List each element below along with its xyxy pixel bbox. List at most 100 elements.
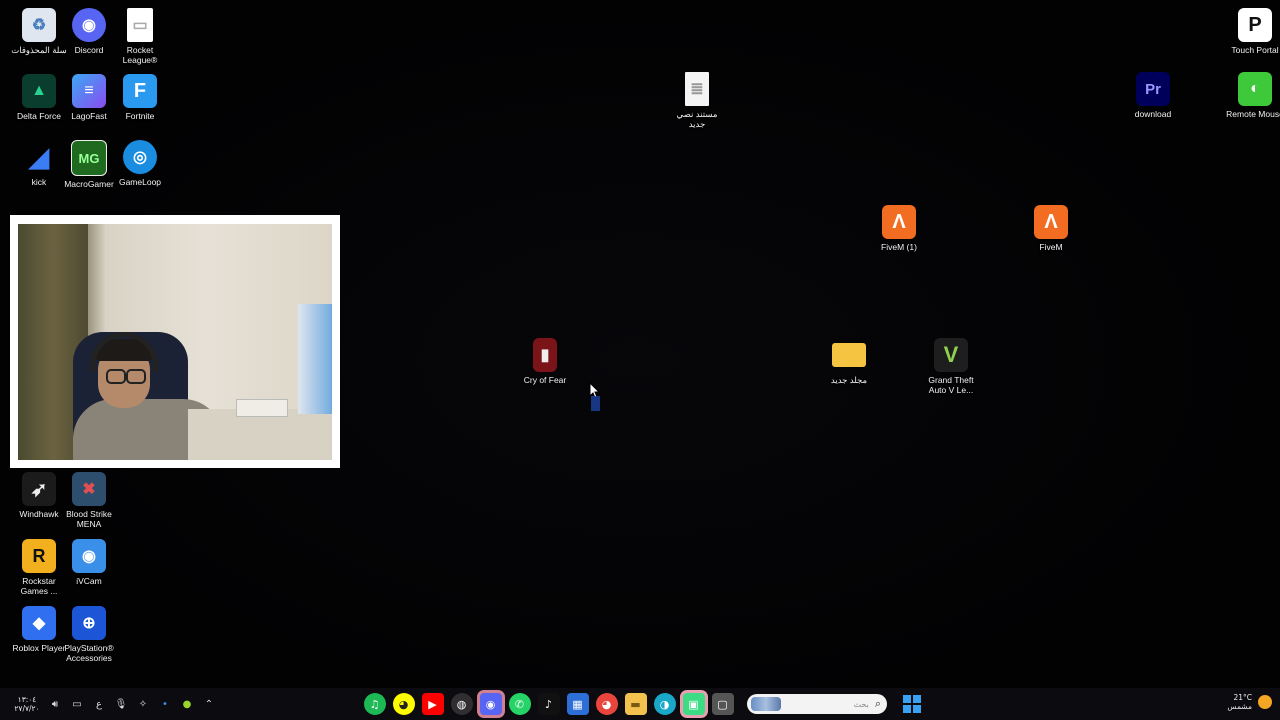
- remote-mouse-label: Remote Mouse: [1226, 109, 1280, 119]
- new-folder-icon[interactable]: ▬ مجلد جديد: [820, 338, 878, 385]
- ps-accessories-icon[interactable]: ⊕ PlayStation® Accessories: [60, 606, 118, 663]
- network-icon[interactable]: ▭: [70, 697, 84, 711]
- windhawk-label: Windhawk: [19, 509, 59, 519]
- touch-portal-label: Touch Portal: [1231, 45, 1279, 55]
- language-indicator[interactable]: ع: [92, 697, 106, 711]
- ivcam-label: iVCam: [76, 576, 102, 586]
- search-icon: ⌕: [874, 697, 881, 710]
- lagofast-glyph-icon: ≡: [72, 74, 106, 108]
- obs-icon[interactable]: ◍: [450, 693, 473, 715]
- folder-glyph-icon: ▬: [832, 343, 866, 367]
- windhawk-glyph-icon: ➶: [22, 472, 56, 506]
- youtube-icon[interactable]: ▶: [421, 693, 444, 715]
- fivem-1-label: FiveM (1): [881, 242, 917, 252]
- gta-v-label: Grand Theft Auto V Le...: [928, 375, 974, 395]
- tray-app-icon[interactable]: ●: [180, 697, 194, 711]
- macrogamer-icon[interactable]: MG MacroGamer: [60, 140, 118, 189]
- snapchat-icon[interactable]: ◕: [392, 693, 415, 715]
- lagofast-label: LagoFast: [71, 111, 107, 121]
- weather-widget[interactable]: 21°C مشمس: [1227, 693, 1272, 711]
- whatsapp-icon[interactable]: ✆: [508, 693, 531, 715]
- mouse-cursor-icon: [589, 382, 601, 411]
- gameloop-label: GameLoop: [118, 177, 162, 187]
- recycle-bin-label: سلة المحذوفات: [11, 45, 67, 55]
- discord-taskbar-icon[interactable]: ◉: [479, 693, 502, 715]
- rockstar-glyph-icon: R: [22, 539, 56, 573]
- fivem-glyph-icon: Λ: [1034, 205, 1068, 239]
- delta-force-glyph-icon: ▲: [22, 74, 56, 108]
- cry-of-fear-icon[interactable]: ▮ Cry of Fear: [516, 338, 574, 385]
- tiktok-icon[interactable]: ♪: [537, 693, 560, 715]
- rocket-league-icon[interactable]: ▭ Rocket League®: [111, 8, 169, 65]
- touch-portal-icon[interactable]: P Touch Portal: [1226, 8, 1280, 55]
- weather-desc: مشمس: [1227, 702, 1252, 711]
- fivem-1-glyph-icon: Λ: [882, 205, 916, 239]
- premiere-download-label: download: [1134, 109, 1172, 119]
- rocket-league-label: Rocket League®: [122, 45, 158, 65]
- cry-of-fear-label: Cry of Fear: [523, 375, 567, 385]
- kick-label: kick: [31, 177, 47, 187]
- blood-strike-glyph-icon: ✖: [72, 472, 106, 506]
- fivem-icon[interactable]: Λ FiveM: [1022, 205, 1080, 252]
- clock[interactable]: ١٣:٠٤ ٢٧/٧/٢٠: [10, 695, 44, 713]
- app-tray-icon[interactable]: ✧: [136, 697, 150, 711]
- store-icon[interactable]: ▦: [566, 693, 589, 715]
- macrogamer-label: MacroGamer: [64, 179, 114, 189]
- discord-label: Discord: [74, 45, 104, 55]
- glasses-left: [106, 369, 126, 384]
- taskbar-apps: ♫ ◕ ▶ ◍ ◉ ✆ ♪ ▦ ◕ ▬ ◑ ▣ ▢ بحث ⌕: [360, 693, 927, 715]
- clock-date: ٢٧/٧/٢٠: [14, 704, 40, 713]
- new-folder-label: مجلد جديد: [830, 375, 868, 385]
- search-highlight-image: [751, 697, 781, 711]
- text-document-glyph-icon: ≣: [685, 72, 709, 106]
- sun-icon: [1258, 695, 1272, 709]
- ivcam-icon[interactable]: ◉ iVCam: [60, 539, 118, 586]
- webcam-overlay: [10, 215, 340, 468]
- fivem-1-icon[interactable]: Λ FiveM (1): [870, 205, 928, 252]
- file-explorer-icon[interactable]: ▬: [624, 693, 647, 715]
- blood-strike-label: Blood Strike MENA: [66, 509, 112, 529]
- clock-time: ١٣:٠٤: [17, 695, 37, 704]
- edge-icon[interactable]: ◑: [653, 693, 676, 715]
- fivem-label: FiveM: [1039, 242, 1063, 252]
- touch-portal-glyph-icon: P: [1238, 8, 1272, 42]
- blood-strike-icon[interactable]: ✖ Blood Strike MENA: [60, 472, 118, 529]
- cry-of-fear-glyph-icon: ▮: [533, 338, 557, 372]
- premiere-download-icon[interactable]: Pr download: [1124, 72, 1182, 119]
- ivcam-glyph-icon: ◉: [72, 539, 106, 573]
- weather-temp: 21°C: [1233, 693, 1252, 702]
- roblox-label: Roblox Player: [12, 643, 66, 653]
- discord-desktop-icon[interactable]: ◉ Discord: [60, 8, 118, 55]
- fortnite-icon[interactable]: F Fortnite: [111, 74, 169, 121]
- microphone-icon[interactable]: 🎙︎: [114, 697, 128, 711]
- delta-force-label: Delta Force: [17, 111, 61, 121]
- new-text-document-icon[interactable]: ≣ مستند نصي جديد: [668, 72, 726, 129]
- discord-glyph-icon: ◉: [72, 8, 106, 42]
- roblox-glyph-icon: ◆: [22, 606, 56, 640]
- ps-accessories-glyph-icon: ⊕: [72, 606, 106, 640]
- search-placeholder: بحث: [853, 699, 869, 709]
- volume-icon[interactable]: 🔊︎: [48, 697, 62, 711]
- windows-logo-icon: [903, 695, 921, 713]
- task-view-icon[interactable]: ▢: [711, 693, 734, 715]
- webcam-feed: [18, 224, 332, 460]
- android-studio-icon[interactable]: ▣: [682, 693, 705, 715]
- premiere-glyph-icon: Pr: [1136, 72, 1170, 106]
- rocket-league-glyph-icon: ▭: [127, 8, 153, 42]
- gameloop-icon[interactable]: ◎ GameLoop: [111, 140, 169, 187]
- remote-mouse-icon[interactable]: ◐ Remote Mouse: [1226, 72, 1280, 119]
- gta-v-glyph-icon: V: [934, 338, 968, 372]
- start-button[interactable]: [901, 693, 923, 715]
- ps-accessories-label: PlayStation® Accessories: [64, 643, 114, 663]
- lagofast-icon[interactable]: ≡ LagoFast: [60, 74, 118, 121]
- fortnite-glyph-icon: F: [123, 74, 157, 108]
- macrogamer-glyph-icon: MG: [71, 140, 107, 176]
- spotify-icon[interactable]: ♫: [363, 693, 386, 715]
- chevron-up-icon[interactable]: ⌃: [202, 697, 216, 711]
- gta-v-icon[interactable]: V Grand Theft Auto V Le...: [922, 338, 980, 395]
- taskbar-search[interactable]: بحث ⌕: [747, 694, 887, 714]
- remote-mouse-glyph-icon: ◐: [1238, 72, 1272, 106]
- chrome-icon[interactable]: ◕: [595, 693, 618, 715]
- tray-dot-icon[interactable]: •: [158, 697, 172, 711]
- taskbar: ١٣:٠٤ ٢٧/٧/٢٠ 🔊︎ ▭ ع 🎙︎ ✧ • ● ⌃ ♫ ◕ ▶ ◍ …: [0, 688, 1280, 720]
